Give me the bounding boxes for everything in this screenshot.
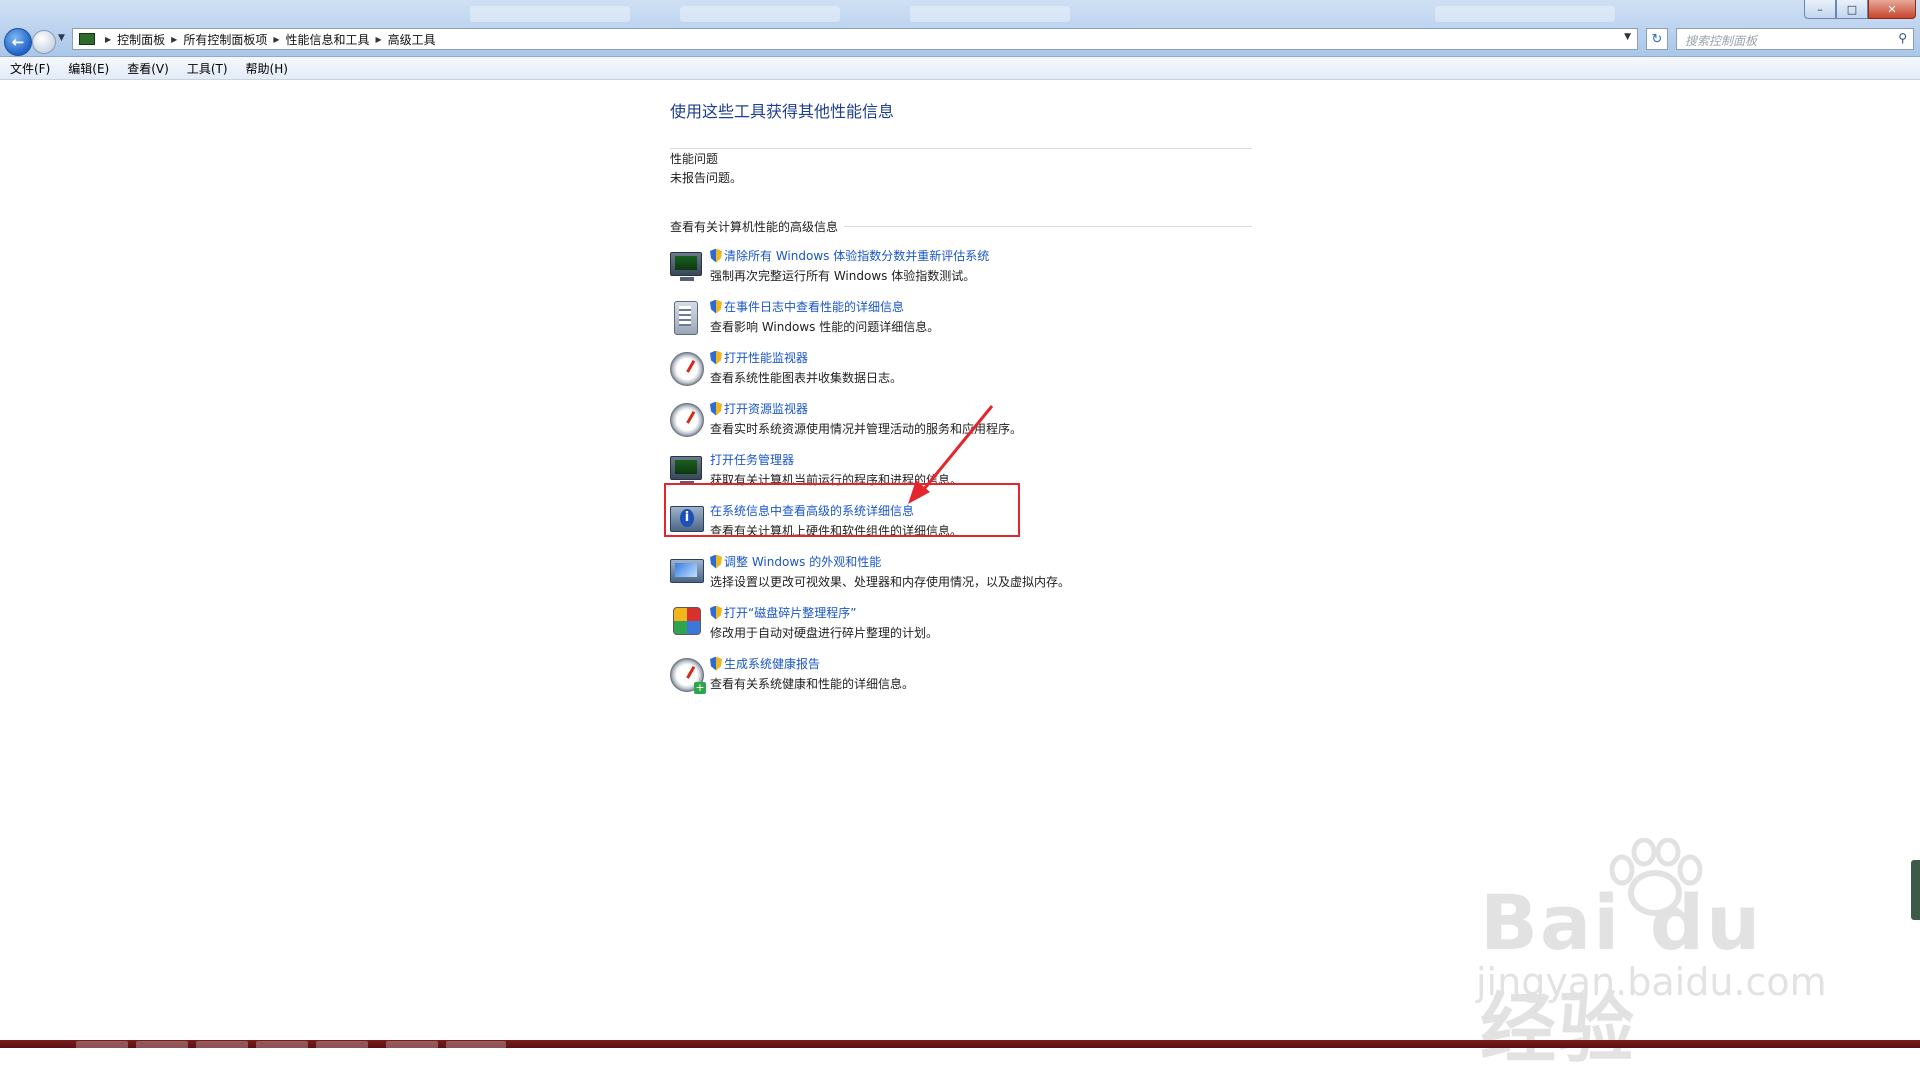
- background-window-tab: [680, 6, 840, 22]
- taskbar-item[interactable]: [446, 1041, 506, 1048]
- task-link[interactable]: 清除所有 Windows 体验指数分数并重新评估系统: [710, 247, 989, 264]
- task-link-text[interactable]: 打开任务管理器: [710, 451, 794, 468]
- taskbar-item[interactable]: [316, 1041, 368, 1048]
- breadcrumb-separator-icon[interactable]: ▶: [273, 35, 279, 44]
- performance-issues-status: 未报告问题。: [670, 171, 743, 185]
- task-description: 查看影响 Windows 性能的问题详细信息。: [710, 320, 940, 334]
- address-bar[interactable]: ▶ 控制面板 ▶ 所有控制面板项 ▶ 性能信息和工具 ▶ 高级工具 ▼: [72, 28, 1638, 50]
- task-link[interactable]: 打开性能监视器: [710, 349, 902, 366]
- watermark: Bai du 经验 jingyan.baidu.com: [1470, 838, 1830, 1073]
- task-link[interactable]: 生成系统健康报告: [710, 655, 914, 672]
- task-performance-monitor: 打开性能监视器 查看系统性能图表并收集数据日志。: [670, 349, 1252, 400]
- background-window-tab: [1435, 6, 1615, 22]
- task-link[interactable]: 调整 Windows 的外观和性能: [710, 553, 1070, 570]
- menu-help[interactable]: 帮助(H): [236, 60, 296, 77]
- menu-view[interactable]: 查看(V): [117, 60, 177, 77]
- forward-button[interactable]: [32, 30, 56, 54]
- task-clear-wei: 清除所有 Windows 体验指数分数并重新评估系统 强制再次完整运行所有 Wi…: [670, 247, 1252, 298]
- watermark-site: jingyan.baidu.com: [1476, 960, 1827, 1004]
- window-controls: – □ ✕: [1804, 0, 1916, 19]
- control-panel-icon: [79, 33, 95, 45]
- task-description: 强制再次完整运行所有 Windows 体验指数测试。: [710, 269, 976, 283]
- section-performance-issues: 性能问题: [670, 148, 1252, 167]
- defrag-icon: [673, 607, 701, 635]
- menu-tools[interactable]: 工具(T): [177, 60, 236, 77]
- page-title: 使用这些工具获得其他性能信息: [670, 102, 895, 121]
- refresh-button[interactable]: ↻: [1646, 28, 1668, 50]
- address-dropdown-icon[interactable]: ▼: [1624, 32, 1631, 42]
- task-event-log: 在事件日志中查看性能的详细信息 查看影响 Windows 性能的问题详细信息。: [670, 298, 1252, 349]
- gauge-icon: [670, 403, 704, 437]
- task-health-report: 生成系统健康报告 查看有关系统健康和性能的详细信息。: [670, 655, 1252, 706]
- task-link-text[interactable]: 打开资源监视器: [724, 400, 808, 417]
- task-link-text[interactable]: 生成系统健康报告: [724, 655, 820, 672]
- section-advanced-info: 查看有关计算机性能的高级信息: [670, 216, 1252, 235]
- chevron-down-icon: ▼: [58, 33, 65, 43]
- menu-bar: 文件(F) 编辑(E) 查看(V) 工具(T) 帮助(H): [0, 57, 1920, 80]
- breadcrumb-separator-icon[interactable]: ▶: [105, 35, 111, 44]
- breadcrumb-separator-icon[interactable]: ▶: [171, 35, 177, 44]
- taskbar: [0, 1040, 1920, 1048]
- task-description: 选择设置以更改可视效果、处理器和内存使用情况，以及虚拟内存。: [710, 575, 1071, 589]
- window-titlebar: – □ ✕ ← ▼ ▶ 控制面板 ▶ 所有控制面板项 ▶ 性能信息和工具 ▶ 高…: [0, 0, 1920, 57]
- background-window-tab: [910, 6, 1070, 22]
- health-report-icon: [670, 658, 706, 694]
- background-window-tab: [470, 6, 630, 22]
- taskbar-item[interactable]: [136, 1041, 188, 1048]
- breadcrumb-control-panel[interactable]: 控制面板: [117, 31, 165, 48]
- task-link-text[interactable]: 在事件日志中查看性能的详细信息: [724, 298, 904, 315]
- monitor-icon: [670, 456, 702, 485]
- task-disk-defrag: 打开“磁盘碎片整理程序” 修改用于自动对硬盘进行碎片整理的计划。: [670, 604, 1252, 655]
- breadcrumb-separator-icon[interactable]: ▶: [376, 35, 382, 44]
- uac-shield-icon: [710, 554, 722, 569]
- task-link-text[interactable]: 清除所有 Windows 体验指数分数并重新评估系统: [724, 247, 989, 264]
- uac-shield-icon: [710, 248, 722, 263]
- uac-shield-icon: [710, 350, 722, 365]
- menu-edit[interactable]: 编辑(E): [58, 60, 117, 77]
- uac-shield-icon: [710, 299, 722, 314]
- close-button[interactable]: ✕: [1868, 0, 1916, 19]
- taskbar-item[interactable]: [196, 1041, 248, 1048]
- task-link-text[interactable]: 调整 Windows 的外观和性能: [724, 553, 881, 570]
- uac-shield-icon: [710, 605, 722, 620]
- maximize-button[interactable]: □: [1836, 0, 1868, 19]
- minimize-button[interactable]: –: [1804, 0, 1836, 19]
- task-link[interactable]: 打开“磁盘碎片整理程序”: [710, 604, 938, 621]
- breadcrumb-all-items[interactable]: 所有控制面板项: [183, 31, 267, 48]
- task-link[interactable]: 在事件日志中查看性能的详细信息: [710, 298, 939, 315]
- search-icon[interactable]: ⚲: [1898, 31, 1907, 45]
- breadcrumb-performance[interactable]: 性能信息和工具: [286, 31, 370, 48]
- arrow-left-icon: ←: [11, 33, 25, 51]
- back-button[interactable]: ←: [4, 28, 32, 56]
- search-input[interactable]: 搜索控制面板 ⚲: [1676, 28, 1914, 50]
- visual-effects-icon: [670, 559, 704, 583]
- task-link-text[interactable]: 打开“磁盘碎片整理程序”: [724, 604, 856, 621]
- menu-file[interactable]: 文件(F): [0, 60, 58, 77]
- search-placeholder: 搜索控制面板: [1685, 34, 1758, 48]
- section-advanced-info-title: 查看有关计算机性能的高级信息: [670, 220, 839, 234]
- annotation-arrow-icon: [908, 405, 994, 504]
- recent-pages-dropdown[interactable]: ▼: [58, 33, 65, 43]
- uac-shield-icon: [710, 401, 722, 416]
- task-link-text[interactable]: 打开性能监视器: [724, 349, 808, 366]
- task-description: 修改用于自动对硬盘进行碎片整理的计划。: [710, 626, 939, 640]
- task-description: 查看有关系统健康和性能的详细信息。: [710, 677, 915, 691]
- taskbar-item[interactable]: [256, 1041, 308, 1048]
- side-gadget-handle[interactable]: [1911, 860, 1920, 920]
- task-visual-effects: 调整 Windows 的外观和性能 选择设置以更改可视效果、处理器和内存使用情况…: [670, 553, 1252, 604]
- refresh-icon: ↻: [1651, 31, 1663, 47]
- task-description: 查看系统性能图表并收集数据日志。: [710, 371, 903, 385]
- event-log-icon: [674, 301, 698, 335]
- taskbar-item[interactable]: [386, 1041, 438, 1048]
- gauge-icon: [670, 352, 704, 386]
- uac-shield-icon: [710, 656, 722, 671]
- taskbar-item[interactable]: [76, 1041, 128, 1048]
- monitor-icon: [670, 252, 702, 281]
- breadcrumb-advanced-tools[interactable]: 高级工具: [388, 31, 436, 48]
- section-divider: [844, 226, 1252, 227]
